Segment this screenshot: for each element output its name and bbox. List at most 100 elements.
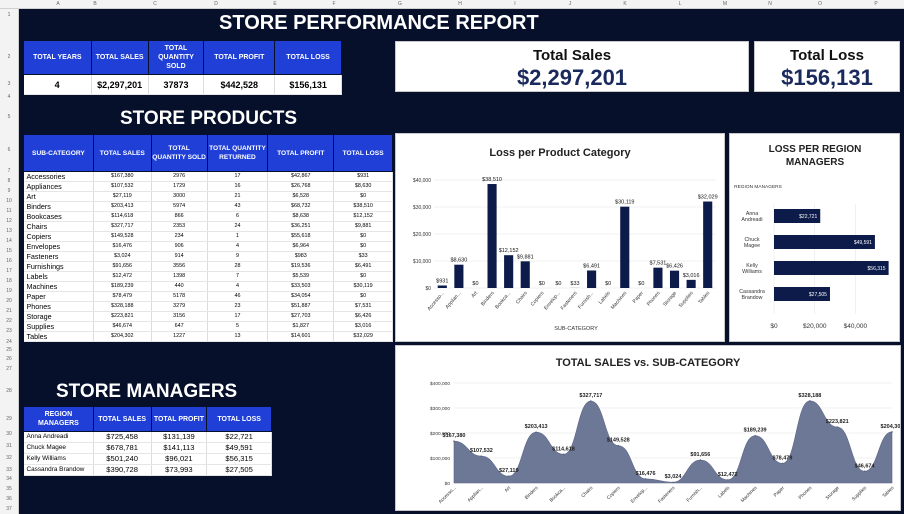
product-value-cell[interactable]: $328,188 xyxy=(93,301,152,312)
product-value-cell[interactable]: $68,732 xyxy=(267,201,335,212)
product-value-cell[interactable]: 9 xyxy=(207,251,269,262)
column-header-label[interactable]: P xyxy=(874,1,877,7)
product-value-cell[interactable]: $33,503 xyxy=(267,281,335,292)
product-name-cell[interactable]: Chairs xyxy=(23,221,94,232)
product-value-cell[interactable]: $203,413 xyxy=(93,201,152,212)
manager-value-cell[interactable]: $27,505 xyxy=(206,464,272,476)
product-value-cell[interactable]: $16,476 xyxy=(93,241,152,252)
column-header-label[interactable]: C xyxy=(153,1,157,7)
product-value-cell[interactable]: $0 xyxy=(333,271,393,282)
product-value-cell[interactable]: 28 xyxy=(207,261,269,272)
row-header-label[interactable]: 17 xyxy=(0,268,18,274)
product-value-cell[interactable]: 906 xyxy=(151,241,208,252)
product-value-cell[interactable]: $167,380 xyxy=(93,171,152,182)
product-value-cell[interactable]: $114,618 xyxy=(93,211,152,222)
row-header-label[interactable]: 28 xyxy=(0,388,18,394)
product-value-cell[interactable]: $27,119 xyxy=(93,191,152,202)
product-value-cell[interactable]: $55,618 xyxy=(267,231,335,242)
row-header-label[interactable]: 33 xyxy=(0,467,18,473)
product-value-cell[interactable]: $9,881 xyxy=(333,221,393,232)
row-header-label[interactable]: 31 xyxy=(0,443,18,449)
product-value-cell[interactable]: 1398 xyxy=(151,271,208,282)
product-value-cell[interactable]: 440 xyxy=(151,281,208,292)
manager-name-cell[interactable]: Anna Andreadi xyxy=(23,431,94,443)
loss-per-region-chart[interactable]: LOSS PER REGION MANAGERS REGION MANAGERS $0… xyxy=(729,133,900,342)
product-value-cell[interactable]: 4 xyxy=(207,281,269,292)
manager-name-cell[interactable]: Chuck Magee xyxy=(23,442,94,454)
row-header-label[interactable]: 13 xyxy=(0,228,18,234)
row-header-label[interactable]: 27 xyxy=(0,366,18,372)
column-header-label[interactable]: I xyxy=(514,1,515,7)
row-header-label[interactable]: 12 xyxy=(0,218,18,224)
manager-value-cell[interactable]: $678,781 xyxy=(93,442,152,454)
column-header-label[interactable]: L xyxy=(679,1,682,7)
column-header-label[interactable]: G xyxy=(398,1,402,7)
product-value-cell[interactable]: 23 xyxy=(207,301,269,312)
product-value-cell[interactable]: $46,674 xyxy=(93,321,152,332)
row-header-label[interactable]: 9 xyxy=(0,188,18,194)
product-value-cell[interactable]: $189,239 xyxy=(93,281,152,292)
row-header-label[interactable]: 14 xyxy=(0,238,18,244)
manager-value-cell[interactable]: $49,591 xyxy=(206,442,272,454)
product-value-cell[interactable]: $0 xyxy=(333,191,393,202)
product-value-cell[interactable]: 866 xyxy=(151,211,208,222)
summary-value[interactable]: $156,131 xyxy=(274,74,342,95)
product-value-cell[interactable]: $19,536 xyxy=(267,261,335,272)
product-value-cell[interactable]: 17 xyxy=(207,311,269,322)
product-value-cell[interactable]: $5,539 xyxy=(267,271,335,282)
product-value-cell[interactable]: 6 xyxy=(207,211,269,222)
total-sales-area-chart[interactable]: TOTAL SALES vs. SUB-CATEGORY $0 $100,000 $2… xyxy=(395,345,903,511)
product-value-cell[interactable]: $0 xyxy=(333,291,393,302)
product-value-cell[interactable]: 3556 xyxy=(151,261,208,272)
product-value-cell[interactable]: 1227 xyxy=(151,331,208,342)
row-header-label[interactable]: 1 xyxy=(0,12,18,18)
spreadsheet-canvas[interactable]: STORE PERFORMANCE REPORT TOTAL YEARS TOT… xyxy=(19,9,904,514)
row-header-label[interactable]: 11 xyxy=(0,208,18,214)
column-header-label[interactable]: K xyxy=(623,1,626,7)
product-value-cell[interactable]: $26,768 xyxy=(267,181,335,192)
product-name-cell[interactable]: Accessories xyxy=(23,171,94,182)
product-value-cell[interactable]: $7,531 xyxy=(333,301,393,312)
row-header-label[interactable]: 35 xyxy=(0,486,18,492)
product-name-cell[interactable]: Tables xyxy=(23,331,94,342)
product-value-cell[interactable]: $149,528 xyxy=(93,231,152,242)
manager-value-cell[interactable]: $141,113 xyxy=(151,442,208,454)
product-value-cell[interactable]: 3279 xyxy=(151,301,208,312)
product-value-cell[interactable]: 5 xyxy=(207,321,269,332)
row-header-label[interactable]: 21 xyxy=(0,308,18,314)
product-value-cell[interactable]: 4 xyxy=(207,241,269,252)
manager-value-cell[interactable]: $22,721 xyxy=(206,431,272,443)
product-name-cell[interactable]: Furnishings xyxy=(23,261,94,272)
manager-value-cell[interactable]: $96,021 xyxy=(151,453,208,465)
column-header-label[interactable]: N xyxy=(768,1,772,7)
manager-value-cell[interactable]: $56,315 xyxy=(206,453,272,465)
product-value-cell[interactable]: $6,426 xyxy=(333,311,393,322)
product-value-cell[interactable]: 2353 xyxy=(151,221,208,232)
product-name-cell[interactable]: Fasteners xyxy=(23,251,94,262)
product-value-cell[interactable]: $42,867 xyxy=(267,171,335,182)
row-header-label[interactable]: 30 xyxy=(0,431,18,437)
product-value-cell[interactable]: $34,054 xyxy=(267,291,335,302)
row-header-label[interactable]: 24 xyxy=(0,339,18,345)
product-name-cell[interactable]: Machines xyxy=(23,281,94,292)
product-value-cell[interactable]: $983 xyxy=(267,251,335,262)
row-header-label[interactable]: 29 xyxy=(0,416,18,422)
row-header-label[interactable]: 4 xyxy=(0,94,18,100)
product-value-cell[interactable]: $327,717 xyxy=(93,221,152,232)
product-name-cell[interactable]: Supplies xyxy=(23,321,94,332)
product-name-cell[interactable]: Binders xyxy=(23,201,94,212)
product-value-cell[interactable]: $78,479 xyxy=(93,291,152,302)
product-name-cell[interactable]: Bookcases xyxy=(23,211,94,222)
product-value-cell[interactable]: 2976 xyxy=(151,171,208,182)
row-header-label[interactable]: 16 xyxy=(0,258,18,264)
column-header-label[interactable]: A xyxy=(56,1,59,7)
product-value-cell[interactable]: 17 xyxy=(207,171,269,182)
product-value-cell[interactable]: $12,472 xyxy=(93,271,152,282)
product-value-cell[interactable]: $1,827 xyxy=(267,321,335,332)
manager-name-cell[interactable]: Cassandra Brandow xyxy=(23,464,94,476)
row-header-label[interactable]: 26 xyxy=(0,356,18,362)
product-value-cell[interactable]: $6,528 xyxy=(267,191,335,202)
product-value-cell[interactable]: $51,887 xyxy=(267,301,335,312)
product-name-cell[interactable]: Envelopes xyxy=(23,241,94,252)
product-value-cell[interactable]: $32,029 xyxy=(333,331,393,342)
